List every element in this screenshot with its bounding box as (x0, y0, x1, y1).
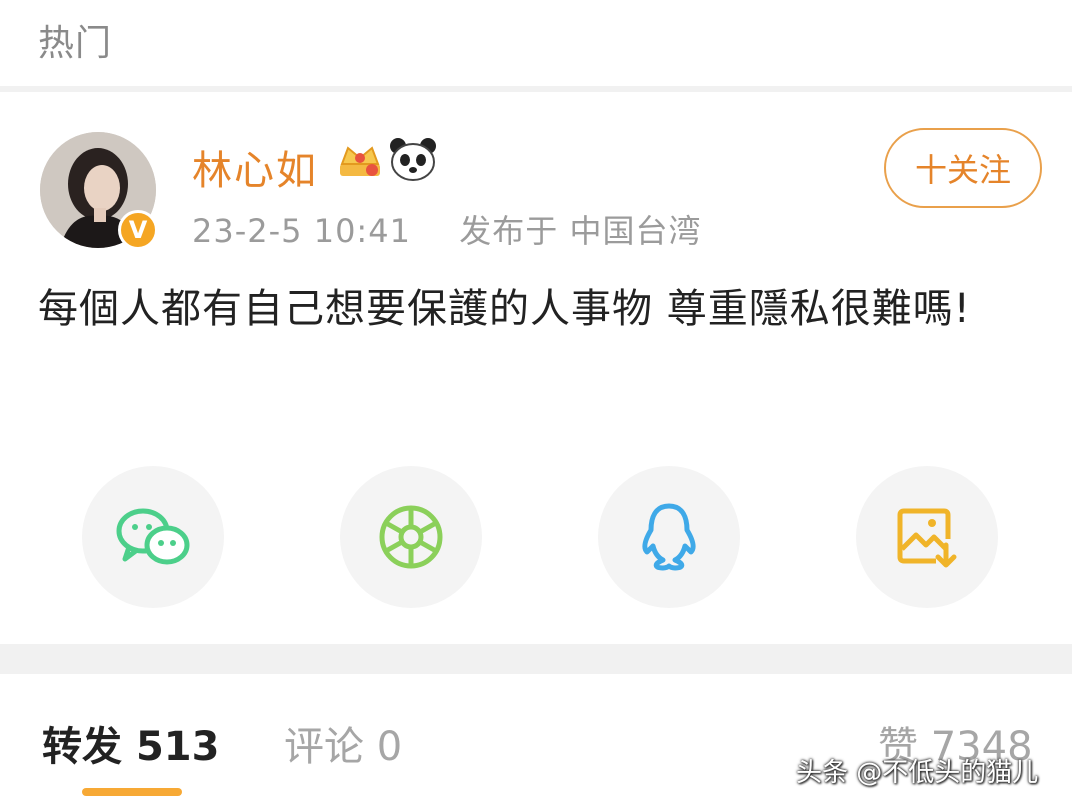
post-card: V 林心如 23-2-5 10:41 发布于 中国台湾 十关注 每個人都有自己想… (0, 92, 1072, 644)
crown-icon[interactable] (338, 140, 382, 180)
repost-count: 513 (135, 724, 220, 770)
stats-divider (0, 644, 1072, 674)
share-qq-button[interactable] (598, 466, 740, 608)
moments-icon (379, 505, 443, 569)
watermark: 头条 @不低头的猫儿 (796, 758, 1039, 788)
qq-icon (642, 503, 696, 571)
share-wechat-button[interactable] (82, 466, 224, 608)
post-time: 23-2-5 10:41 (192, 212, 411, 250)
save-image-icon (897, 508, 957, 568)
hot-tab-header: 热门 (0, 0, 1072, 86)
panda-icon[interactable] (388, 136, 438, 182)
repost-label: 转发 (42, 724, 122, 770)
user-name[interactable]: 林心如 (192, 138, 318, 196)
comment-count: 0 (376, 724, 403, 770)
wechat-icon (116, 508, 190, 565)
hot-tab-label[interactable]: 热门 (38, 14, 112, 66)
post-text: 每個人都有自己想要保護的人事物 尊重隱私很難嗎! (38, 286, 971, 332)
save-image-button[interactable] (856, 466, 998, 608)
comment-label: 评论 (284, 724, 364, 770)
share-row (0, 466, 1072, 608)
post-meta: 23-2-5 10:41 发布于 中国台湾 (192, 206, 701, 252)
active-tab-underline (82, 788, 182, 796)
follow-button[interactable]: 十关注 (884, 128, 1042, 208)
verified-badge-icon: V (118, 210, 158, 250)
share-moments-button[interactable] (340, 466, 482, 608)
tab-repost[interactable]: 转发 513 (42, 714, 219, 772)
post-location: 发布于 中国台湾 (459, 212, 702, 250)
tab-comment[interactable]: 评论 0 (284, 714, 402, 772)
